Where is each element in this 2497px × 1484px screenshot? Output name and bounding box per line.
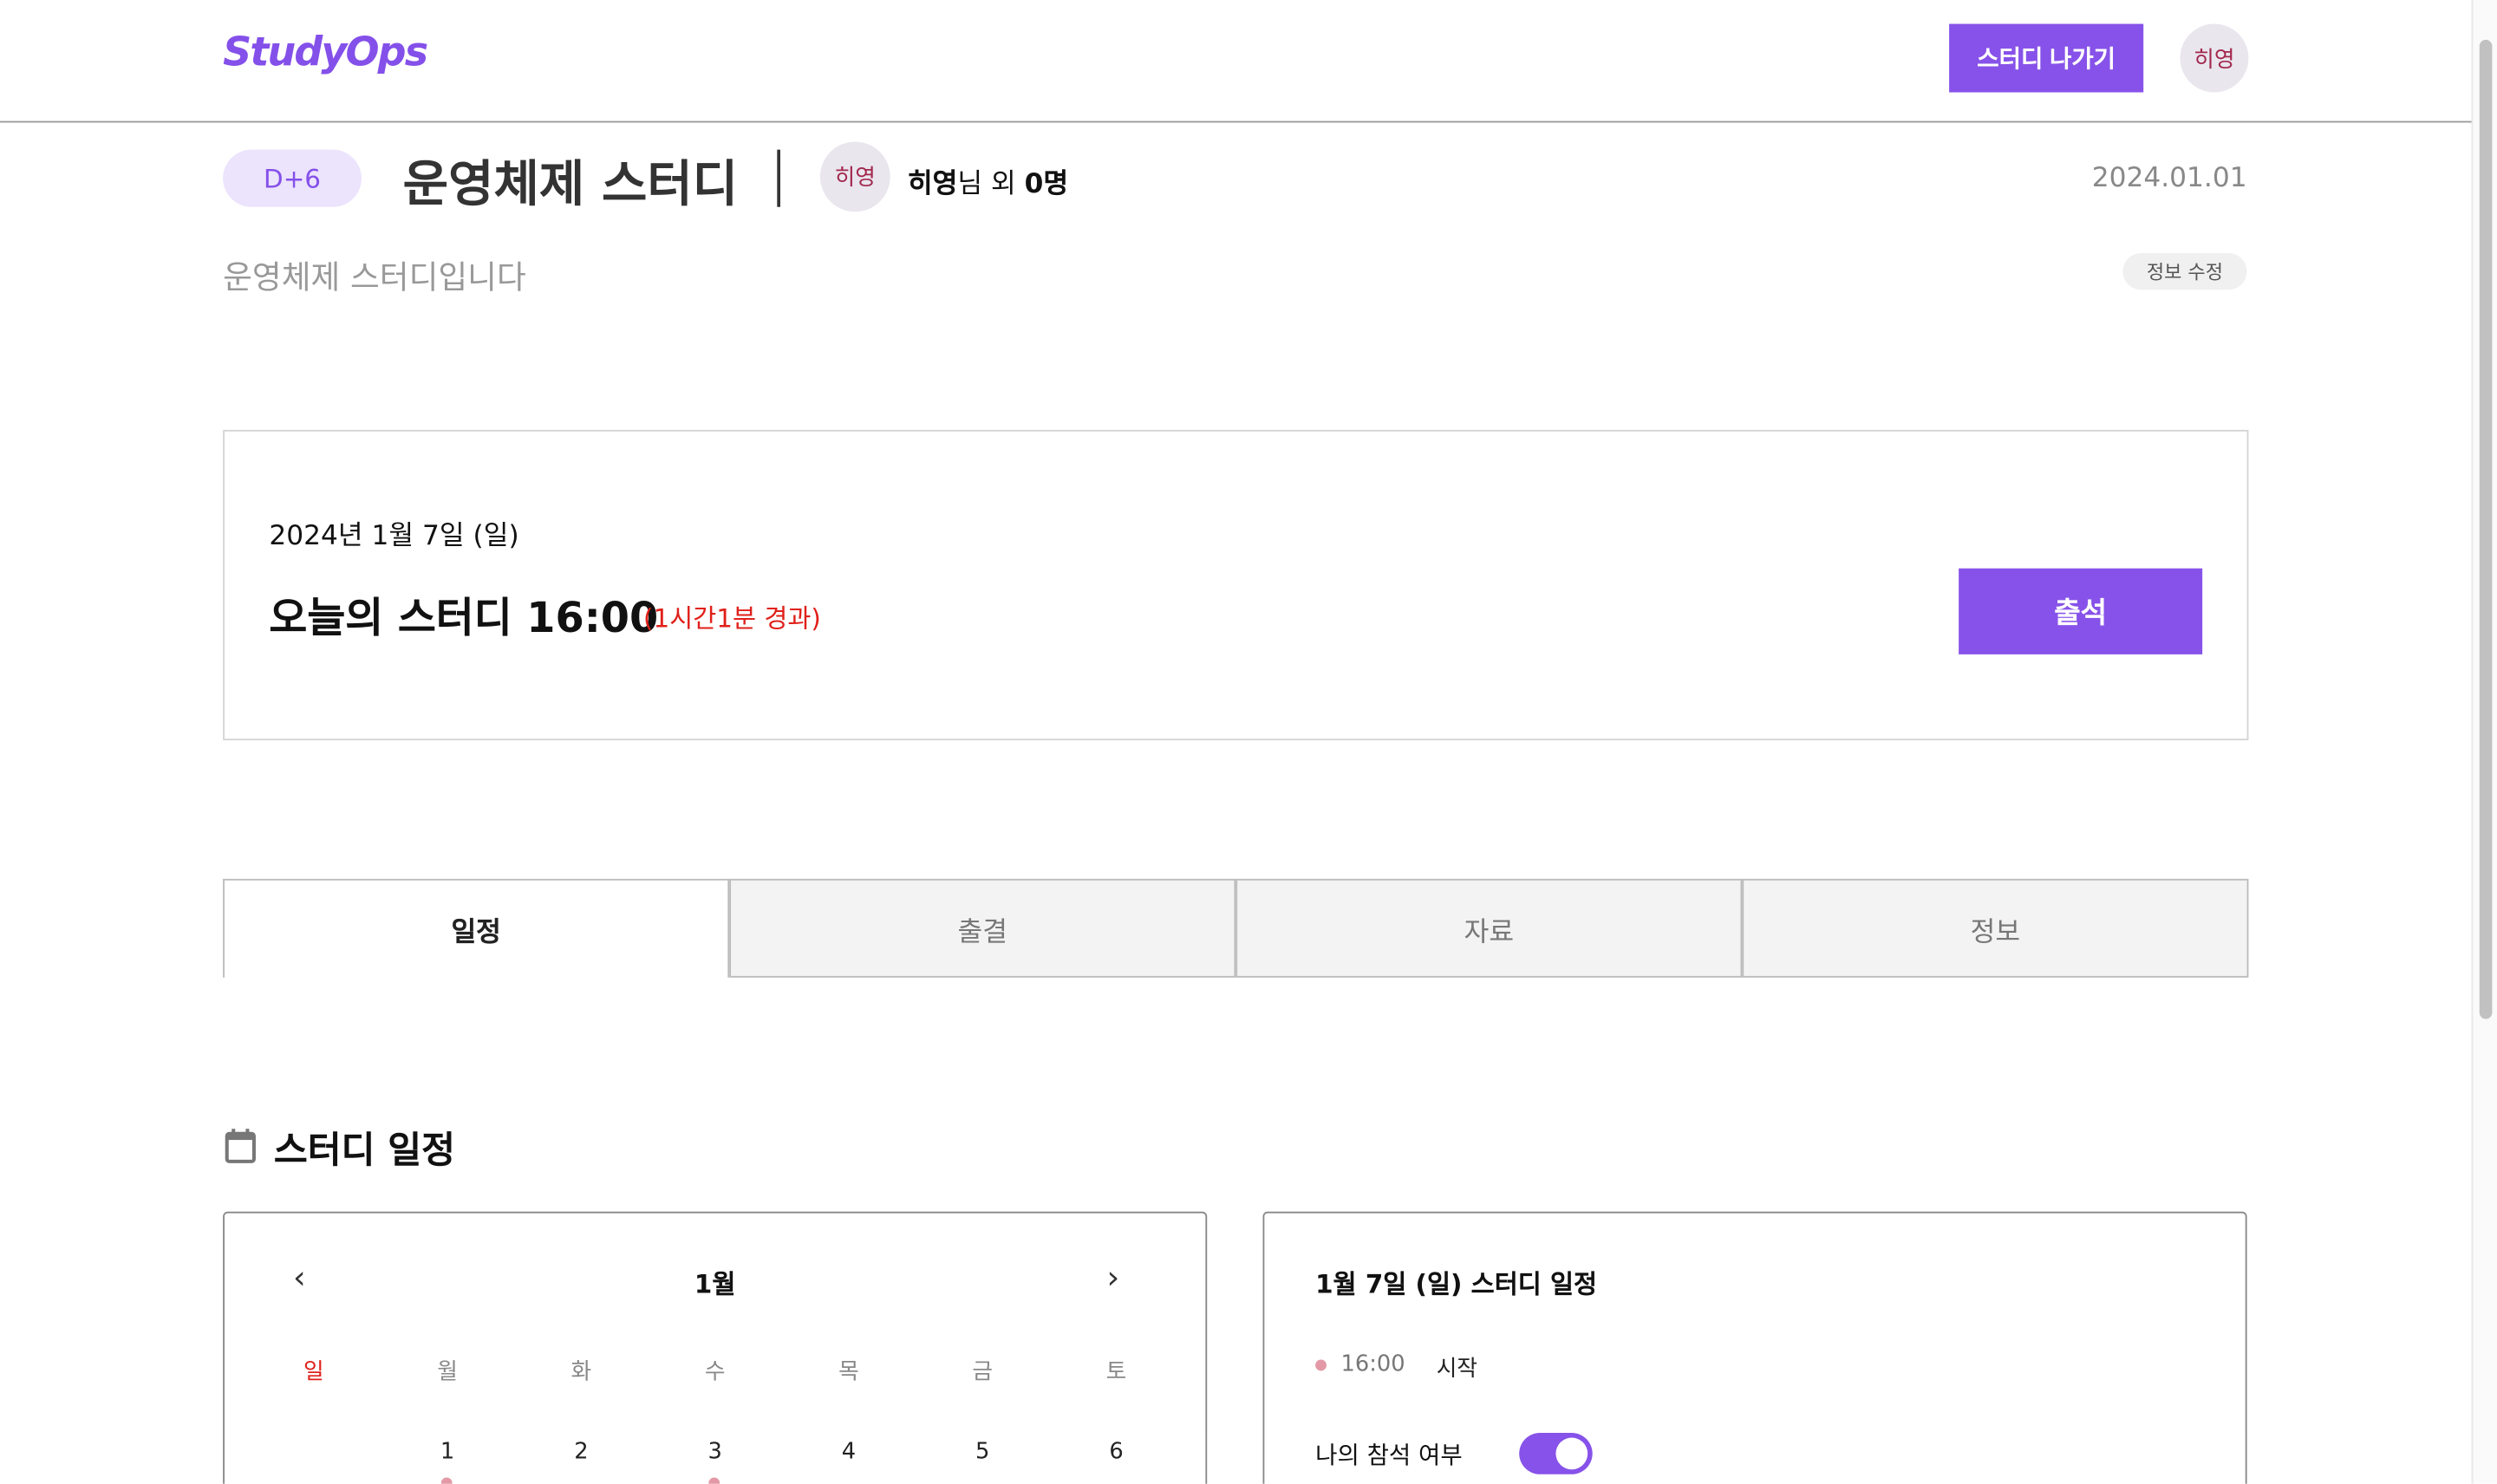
weekday-mon: 월 [437,1359,458,1385]
calendar-day[interactable]: 6 [1049,1439,1183,1464]
study-description: 운영체제 스터디입니다 [223,257,526,296]
member-summary: 히영님 외 0명 [908,161,1068,201]
event-dot [708,1477,720,1484]
toggle-knob [1555,1437,1588,1470]
tab-schedule[interactable]: 일정 [223,878,730,978]
study-title: 운영체제 스터디 [402,155,739,214]
created-date: 2024.01.01 [2091,162,2247,195]
member-suffix: 님 외 [957,168,1025,201]
tab-attendance[interactable]: 출결 [729,878,1236,978]
member-count: 0명 [1024,168,1069,201]
today-study-title: 오늘의 스터디 16:00 [269,595,659,644]
logo[interactable]: StudyOps [223,29,428,75]
weekday-thu: 목 [838,1359,859,1385]
next-month-button[interactable]: › [1107,1258,1120,1296]
attend-button[interactable]: 출석 [1959,568,2203,654]
event-label: 시작 [1436,1356,1478,1383]
calendar-day[interactable]: 3 [649,1439,782,1464]
edit-info-button[interactable]: 정보 수정 [2122,253,2247,290]
divider [777,149,780,207]
member-name: 히영 [907,168,958,201]
tab-materials[interactable]: 자료 [1235,878,1743,978]
weekday-sun: 일 [303,1359,324,1385]
member-avatar: 히영 [819,141,890,212]
calendar-day[interactable]: 1 [381,1439,514,1464]
event-time: 16:00 [1340,1351,1405,1377]
weekday-tue: 화 [570,1359,592,1385]
event-dot [1315,1359,1327,1371]
attend-toggle[interactable] [1519,1433,1593,1474]
weekday-wed: 수 [704,1359,726,1385]
leave-study-button[interactable]: 스터디 나가기 [1949,23,2144,93]
today-date: 2024년 1월 7일 (일) [269,520,519,553]
tab-info[interactable]: 정보 [1742,878,2249,978]
scrollbar[interactable] [2471,0,2497,1484]
weekday-fri: 금 [972,1359,994,1385]
elapsed-time: (1시간1분 경과) [643,603,821,635]
attend-label: 나의 참석 여부 [1315,1441,1463,1470]
weekday-sat: 토 [1105,1359,1127,1385]
calendar-icon [225,1127,257,1163]
user-avatar[interactable]: 히영 [2180,23,2249,93]
dday-badge: D+6 [223,149,362,207]
calendar-day[interactable]: 5 [916,1439,1049,1464]
prev-month-button[interactable]: ‹ [293,1258,306,1296]
calendar-day[interactable]: 4 [782,1439,916,1464]
scrollbar-thumb[interactable] [2479,39,2493,1019]
detail-title: 1월 7일 (일) 스터디 일정 [1315,1268,1598,1299]
calendar-month: 1월 [694,1268,736,1299]
event-dot [440,1477,453,1484]
schedule-heading: 스터디 일정 [273,1130,455,1172]
calendar-day[interactable]: 2 [514,1439,648,1464]
